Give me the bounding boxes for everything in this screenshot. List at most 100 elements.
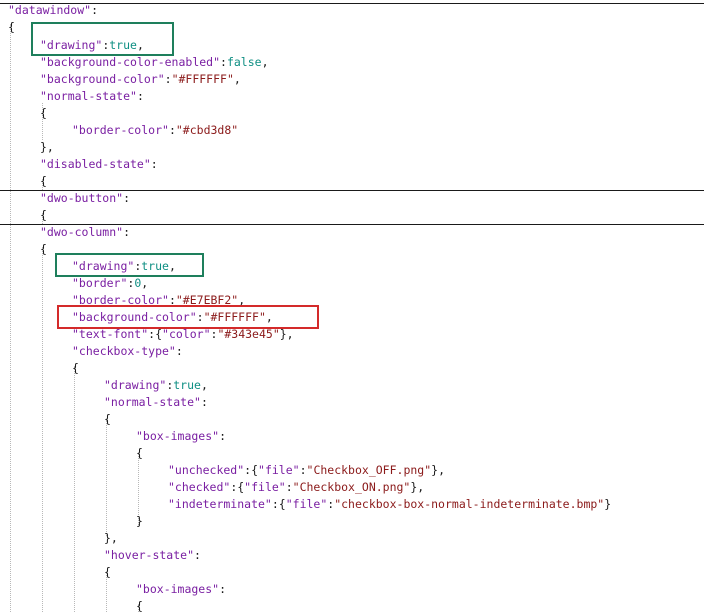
highlight-box-background-color <box>57 305 319 329</box>
code-line[interactable]: "checked":{"file":"Checkbox_ON.png"}, <box>168 479 424 496</box>
code-token-pun: { <box>40 208 47 222</box>
code-token-pun: , <box>141 276 149 290</box>
code-line[interactable]: { <box>40 241 47 258</box>
horizontal-rule <box>0 3 704 4</box>
code-line[interactable]: { <box>136 445 143 462</box>
code-line[interactable]: "hover-state": <box>104 547 201 564</box>
code-line[interactable]: { <box>104 564 111 581</box>
code-token-pun: :{ <box>271 497 286 511</box>
code-token-str: "checkbox-box-normal-indeterminate.bmp" <box>334 497 605 511</box>
code-line[interactable]: "unchecked":{"file":"Checkbox_OFF.png"}, <box>168 462 445 479</box>
code-token-pun: : <box>200 395 208 409</box>
code-token-pun: :{ <box>230 480 245 494</box>
code-token-key: "normal-state" <box>40 89 137 103</box>
code-token-pun: , <box>233 72 241 86</box>
code-token-key: "border-color" <box>72 123 169 137</box>
code-token-key: "box-images" <box>136 582 220 596</box>
code-line[interactable]: "dwo-button": <box>40 190 130 207</box>
code-token-pun: : <box>91 3 99 17</box>
code-token-pun: : <box>219 582 227 596</box>
code-token-pun: { <box>8 20 15 34</box>
code-line[interactable]: "border-color":"#cbd3d8" <box>72 122 238 139</box>
code-token-pun: { <box>40 106 47 120</box>
code-token-pun: }, <box>410 480 425 494</box>
code-token-pun: { <box>72 361 79 375</box>
code-token-bool: false <box>226 55 262 69</box>
code-line[interactable]: "background-color-enabled":false, <box>40 54 269 71</box>
code-token-pun: }, <box>431 463 445 477</box>
code-line[interactable]: "dwo-column": <box>40 224 130 241</box>
code-line[interactable]: { <box>40 105 47 122</box>
code-line[interactable]: "background-color":"#FFFFFF", <box>40 71 241 88</box>
code-token-key: "text-font" <box>72 327 149 341</box>
code-token-pun: :{ <box>244 463 259 477</box>
code-token-str: "#cbd3d8" <box>175 123 239 137</box>
code-token-pun: }, <box>104 531 118 545</box>
code-token-str: "#FFFFFF" <box>171 72 234 86</box>
code-line[interactable]: { <box>40 207 47 224</box>
code-token-key: "color" <box>162 327 211 341</box>
code-token-key: "background-color" <box>40 72 165 86</box>
indent-guide <box>74 366 75 612</box>
code-token-key: "file" <box>285 497 328 511</box>
code-token-str: "Checkbox_OFF.png" <box>306 463 432 477</box>
indent-guide <box>10 24 11 612</box>
code-line[interactable]: "box-images": <box>136 581 226 598</box>
code-line[interactable]: "indeterminate":{"file":"checkbox-box-no… <box>168 496 611 513</box>
code-token-key: "box-images" <box>136 429 220 443</box>
highlight-box-drawing-column <box>55 253 204 277</box>
code-line[interactable]: "box-images": <box>136 428 226 445</box>
highlight-box-drawing-datawindow <box>31 22 174 56</box>
code-line[interactable]: { <box>136 598 143 615</box>
code-token-pun: : <box>220 55 227 69</box>
code-token-pun: : <box>136 89 144 103</box>
code-token-key: "dwo-column" <box>40 225 124 239</box>
code-token-key: "normal-state" <box>104 395 201 409</box>
code-token-str: "#343e45" <box>217 327 280 341</box>
code-token-pun: , <box>200 378 208 392</box>
code-token-pun: :{ <box>148 327 163 341</box>
code-editor[interactable]: "datawindow":{"drawing":true, "background… <box>0 0 704 615</box>
code-token-pun: { <box>136 446 143 460</box>
code-token-pun: : <box>123 191 131 205</box>
code-line[interactable]: "normal-state": <box>104 394 208 411</box>
code-line[interactable]: "border":0, <box>72 275 148 292</box>
code-token-key: "indeterminate" <box>168 497 272 511</box>
code-line[interactable]: "normal-state": <box>40 88 144 105</box>
code-line[interactable]: "disabled-state": <box>40 156 158 173</box>
code-token-pun: : <box>168 123 176 137</box>
code-line[interactable]: { <box>40 173 47 190</box>
horizontal-rule <box>0 190 704 191</box>
indent-guide <box>106 420 107 536</box>
code-token-key: "datawindow" <box>8 3 92 17</box>
code-line[interactable]: { <box>104 411 111 428</box>
horizontal-rule <box>0 224 704 225</box>
code-token-bool: true <box>173 378 201 392</box>
code-token-pun: : <box>123 225 131 239</box>
code-token-pun: : <box>150 157 158 171</box>
code-token-key: "disabled-state" <box>40 157 151 171</box>
code-line[interactable]: }, <box>40 139 54 156</box>
code-token-key: "dwo-button" <box>40 191 124 205</box>
code-line[interactable]: { <box>72 360 79 377</box>
code-token-pun: : <box>219 429 227 443</box>
code-line[interactable]: { <box>8 19 15 36</box>
code-token-pun: : <box>299 463 307 477</box>
code-token-key: "unchecked" <box>168 463 245 477</box>
code-token-key: "border" <box>72 276 128 290</box>
code-token-key: "checked" <box>168 480 231 494</box>
code-token-pun: } <box>604 497 612 511</box>
code-token-key: "hover-state" <box>104 548 195 562</box>
code-line[interactable]: } <box>136 513 143 530</box>
code-token-pun: }, <box>40 140 54 154</box>
code-line[interactable]: "checkbox-type": <box>72 343 183 360</box>
code-token-key: "background-color-enabled" <box>40 55 221 69</box>
indent-guide <box>42 247 43 612</box>
code-line[interactable]: "datawindow": <box>8 2 98 19</box>
code-token-key: "drawing" <box>104 378 167 392</box>
code-line[interactable]: }, <box>104 530 118 547</box>
code-line[interactable]: "drawing":true, <box>104 377 208 394</box>
code-token-key: "checkbox-type" <box>72 344 176 358</box>
code-token-pun: }, <box>279 327 294 341</box>
code-token-pun: } <box>136 514 143 528</box>
